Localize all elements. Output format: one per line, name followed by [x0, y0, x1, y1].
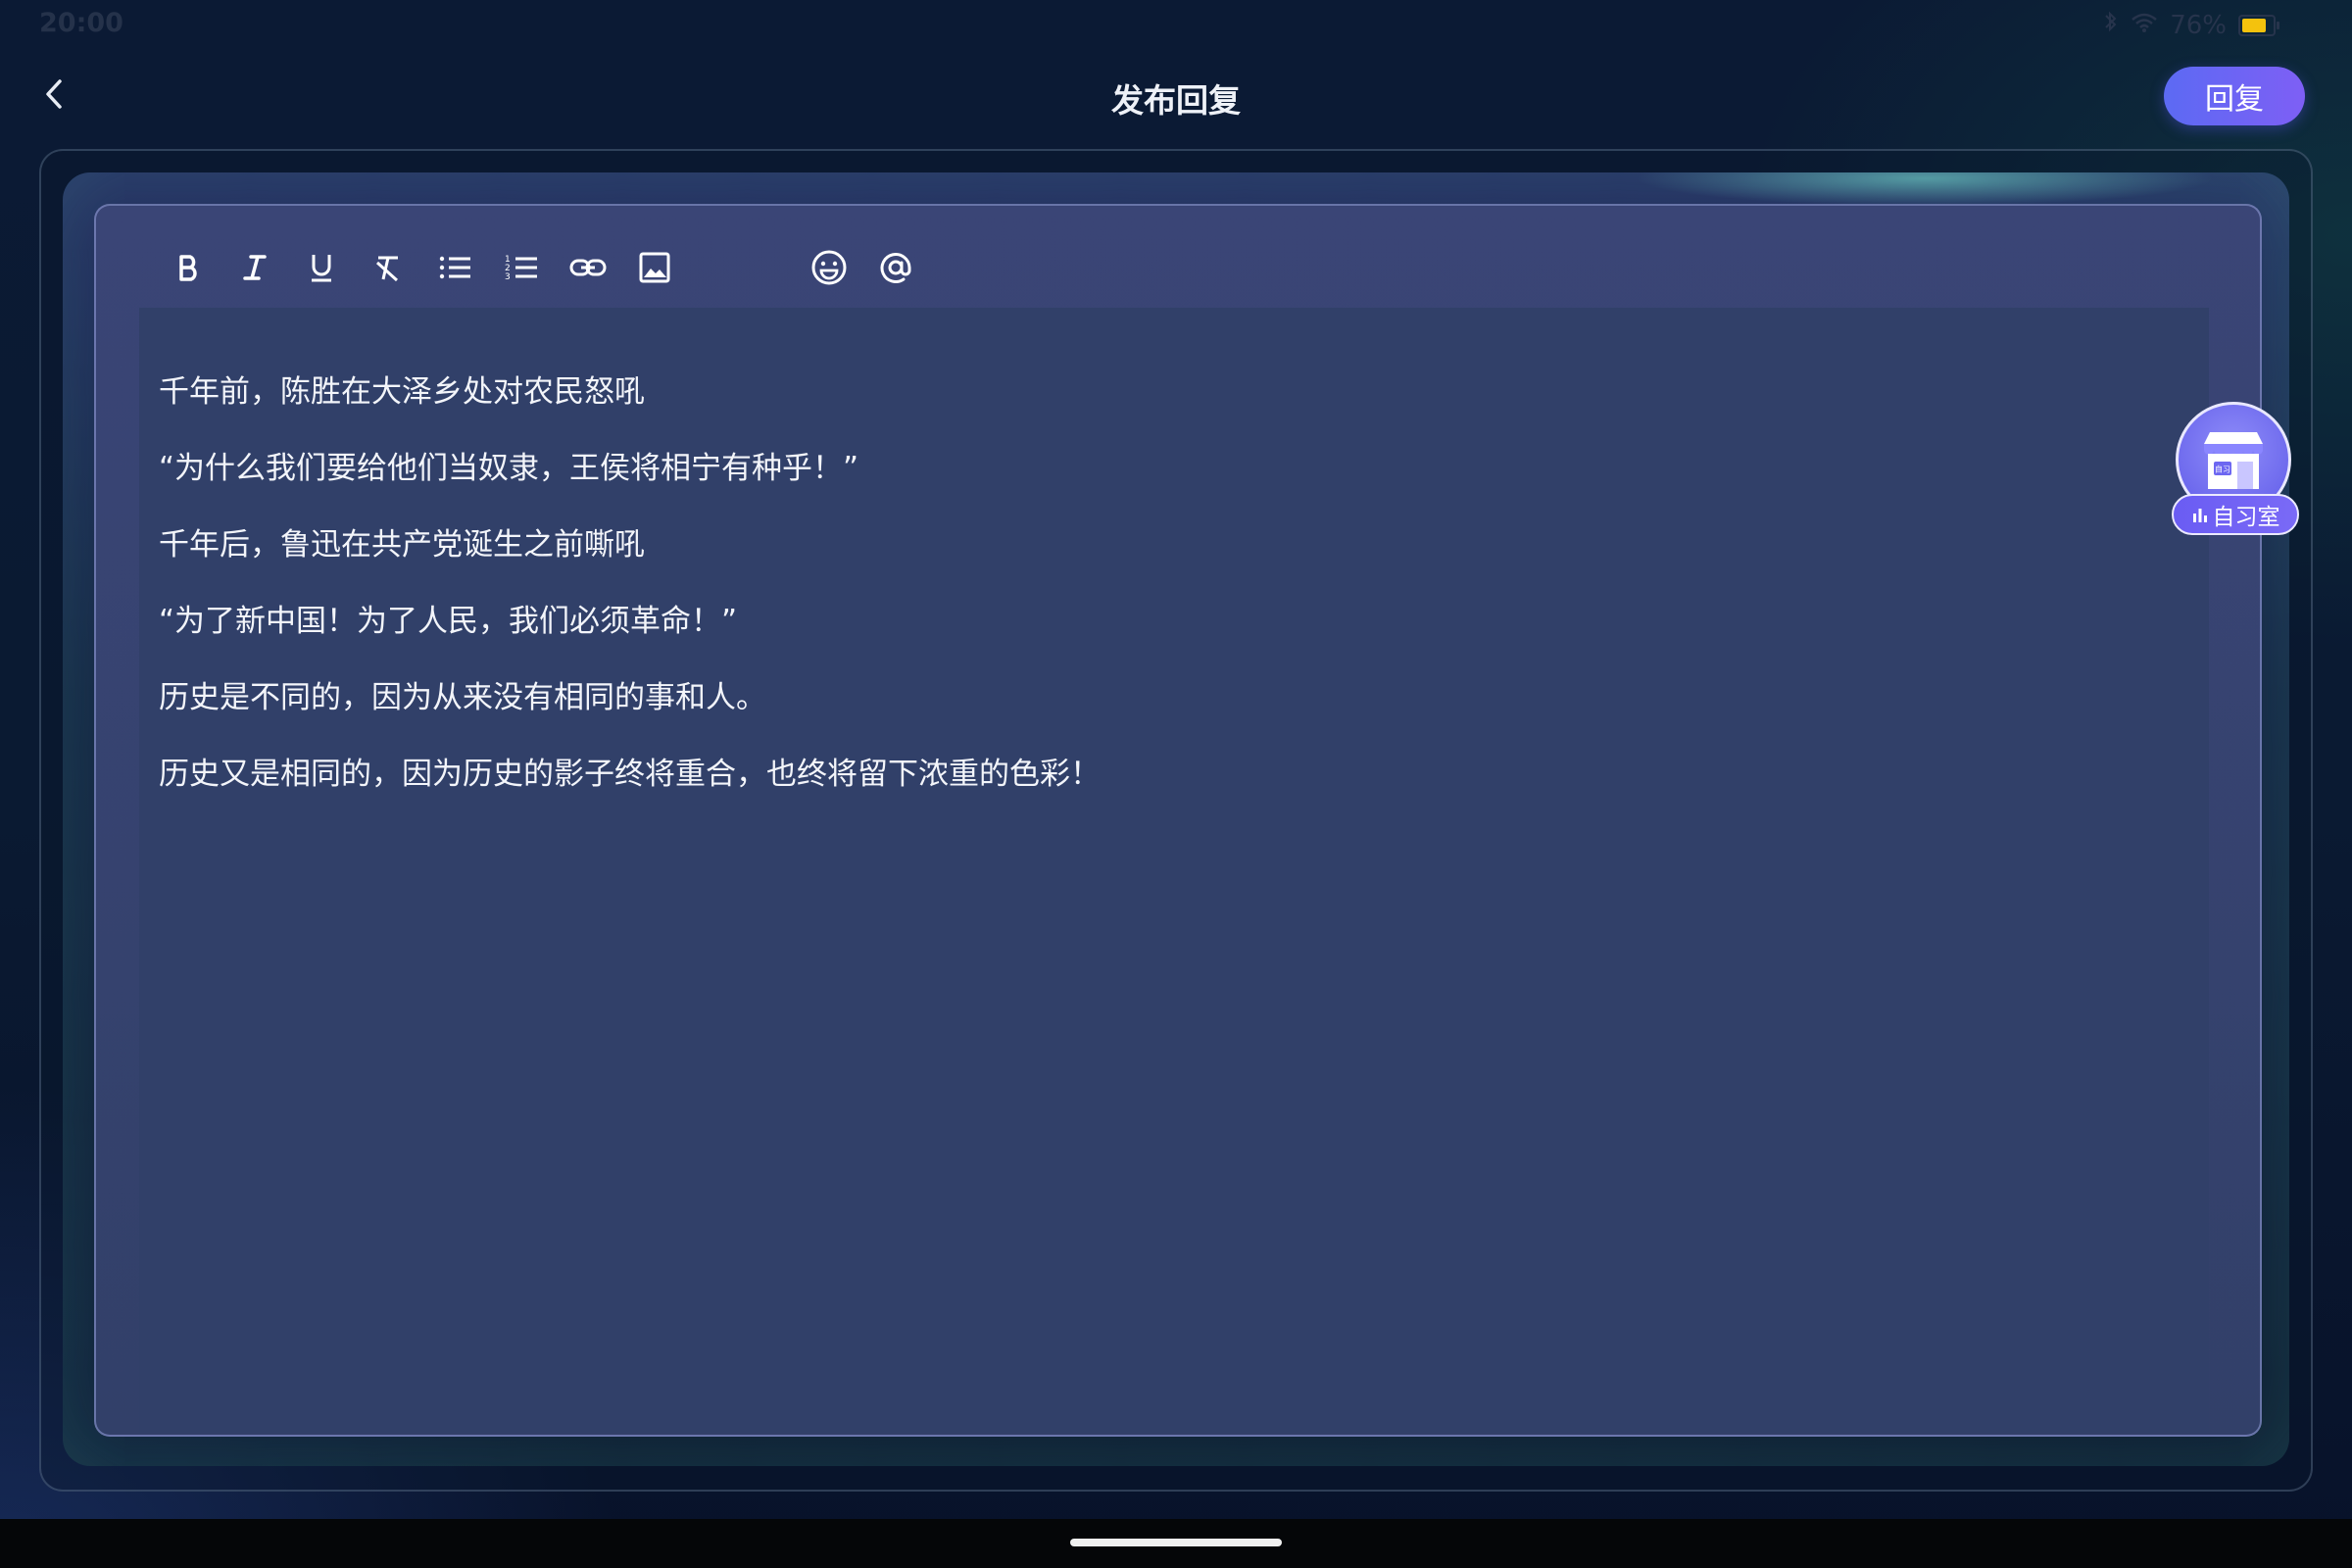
link-icon[interactable]: [563, 242, 613, 293]
study-sign-text: 自习: [2215, 465, 2230, 474]
paragraph: “为了新中国！为了人民，我们必须革命！”: [159, 604, 738, 639]
svg-text:3: 3: [505, 272, 511, 282]
paragraph: 历史又是相同的，因为历史的影子终将重合，也终将留下浓重的色彩！: [159, 757, 1101, 792]
battery-icon: [2238, 14, 2279, 36]
underline-icon[interactable]: [296, 242, 347, 293]
bar-chart-icon: [2192, 509, 2207, 522]
bluetooth-icon: [2103, 10, 2119, 40]
editor-toolbar: 123: [163, 233, 937, 302]
status-bar: 20:00 76%: [0, 0, 2352, 49]
status-icons: 76%: [2103, 10, 2279, 40]
battery-percent: 76%: [2170, 10, 2227, 40]
clear-format-icon[interactable]: [363, 242, 414, 293]
page-title: 发布回复: [1111, 81, 1241, 120]
bold-icon[interactable]: [163, 242, 214, 293]
paragraph: 千年前，陈胜在大泽乡处对农民怒吼: [159, 374, 645, 410]
emoji-icon[interactable]: [804, 242, 855, 293]
paragraph: 历史是不同的，因为从来没有相同的事和人。: [159, 680, 766, 715]
bullet-list-icon[interactable]: [429, 242, 480, 293]
rich-text-editor: 123 千年前，陈胜在大泽乡处对农民怒吼 “为什么我们要给他们当奴隶，王侯将相宁…: [94, 204, 2262, 1437]
editor-text-area[interactable]: 千年前，陈胜在大泽乡处对农民怒吼 “为什么我们要给他们当奴隶，王侯将相宁有种乎！…: [139, 308, 2209, 1433]
mention-icon[interactable]: [870, 242, 921, 293]
reply-button[interactable]: 回复: [2164, 67, 2305, 125]
wifi-icon: [2131, 11, 2158, 40]
numbered-list-icon[interactable]: 123: [496, 242, 547, 293]
study-room-button[interactable]: 自习 自习室: [2172, 402, 2305, 545]
paragraph: “为什么我们要给他们当奴隶，王侯将相宁有种乎！”: [159, 451, 859, 486]
image-icon[interactable]: [629, 242, 680, 293]
status-time: 20:00: [39, 8, 123, 38]
italic-icon[interactable]: [229, 242, 280, 293]
paragraph: 千年后，鲁迅在共产党诞生之前嘶吼: [159, 527, 645, 563]
study-room-label: 自习室: [2172, 494, 2299, 535]
home-indicator[interactable]: [1070, 1539, 1282, 1546]
